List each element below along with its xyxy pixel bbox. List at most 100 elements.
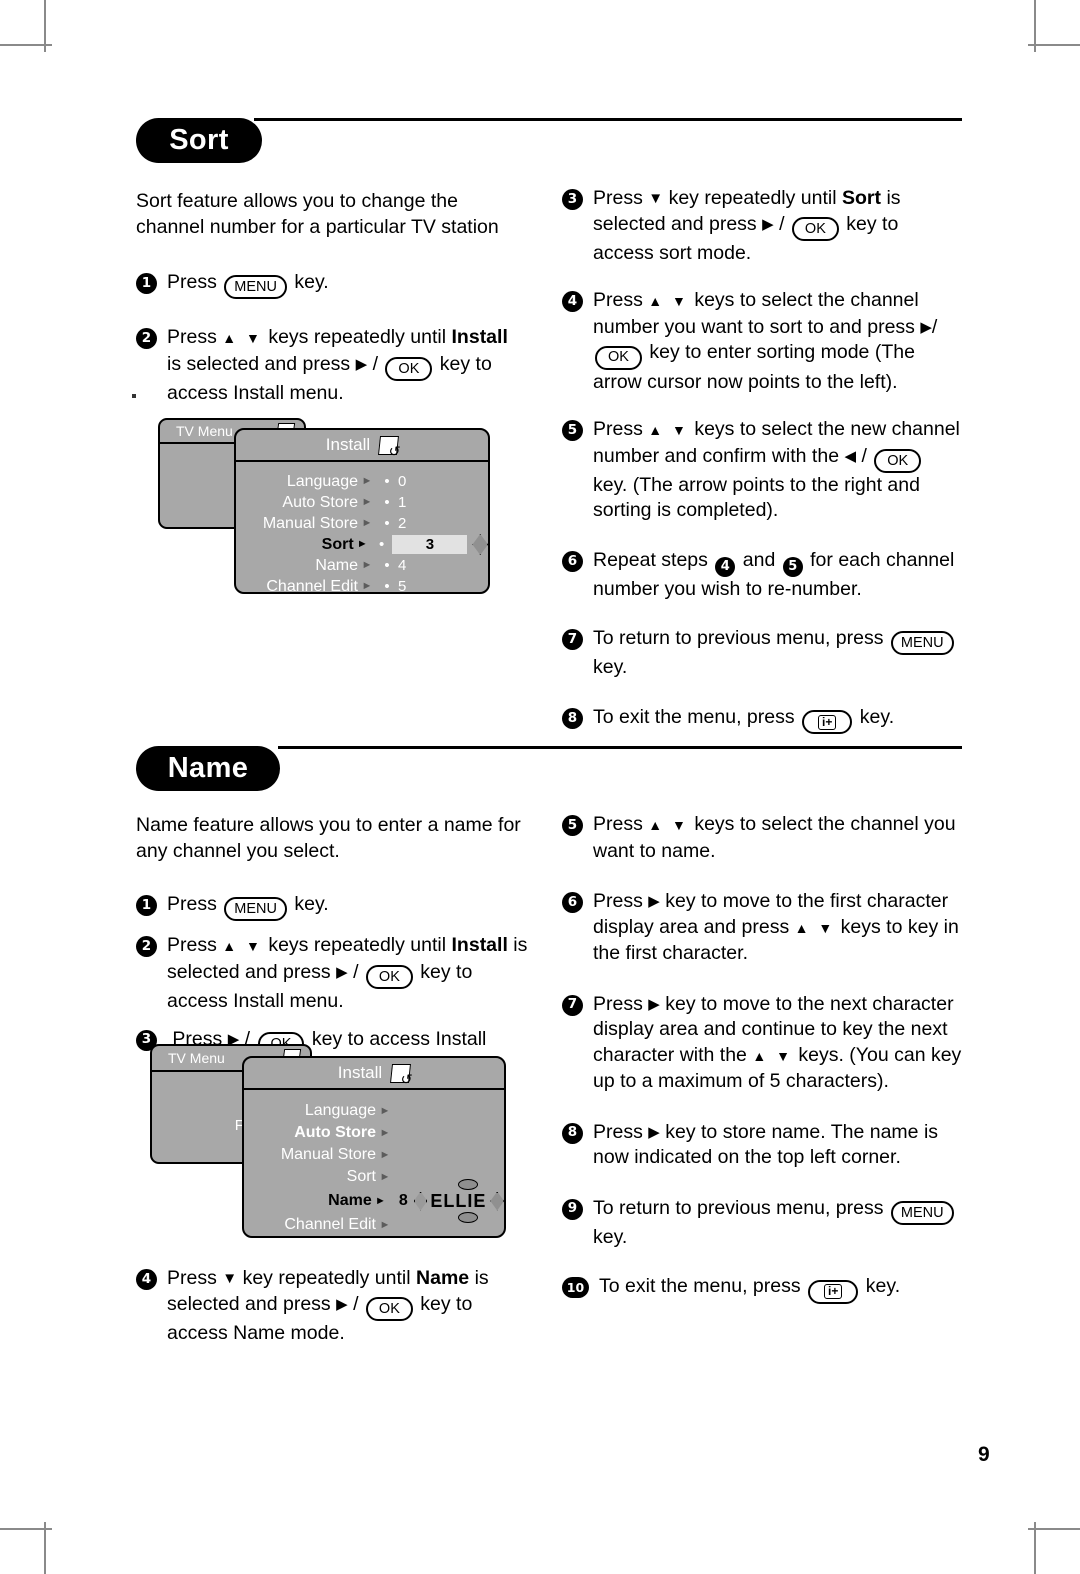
step-text: To return to previous menu, press MENU k…	[593, 626, 962, 681]
install-row-name[interactable]: Name ► 8 ELLIE	[244, 1179, 504, 1223]
step-bold-term: Install	[451, 934, 508, 957]
install-page-refresh-icon	[378, 435, 400, 455]
up-down-arrow-icon: ▲ ▼	[648, 293, 689, 310]
step-text-part: Press	[593, 418, 643, 440]
right-cursor-icon[interactable]	[490, 1191, 504, 1211]
step-text-part: Press	[167, 934, 217, 957]
sort-step-3: 3 Press ▼ key repeatedly until Sort is s…	[562, 186, 962, 266]
row-label: Name	[328, 1192, 372, 1209]
row-label: Sort	[346, 1168, 376, 1185]
step-text-part: Press	[167, 893, 217, 915]
install-row-manual-store[interactable]: Manual Store ►	[244, 1144, 504, 1166]
name-step-2: 2 Press ▲ ▼ keys repeatedly until Instal…	[136, 933, 536, 1014]
up-down-arrow-icon: ▲ ▼	[648, 817, 689, 833]
info-key-glyph: i+	[824, 1284, 843, 1300]
install-row-language[interactable]: Language ►	[244, 1100, 504, 1122]
step-text-part: To exit the menu, press	[593, 705, 795, 728]
row-value: 2	[398, 515, 407, 532]
step-text: To return to previous menu, press MENU k…	[593, 1196, 962, 1251]
step-text: Press ▲ ▼ keys repeatedly until Install …	[167, 933, 536, 1014]
ok-key[interactable]: OK	[385, 357, 433, 381]
down-arrow-icon: ▼	[648, 190, 664, 207]
ok-key[interactable]: OK	[365, 965, 413, 989]
row-dot-icon: •	[384, 557, 390, 574]
slash: /	[931, 315, 938, 338]
install-title: Install	[337, 1063, 383, 1082]
step-text: To exit the menu, press i+ key.	[593, 705, 962, 735]
row-chevron-icon: ►	[379, 1219, 391, 1231]
step-bullet: 4	[136, 1269, 157, 1290]
install-panel: Install Language ► Auto Store ► Manual S…	[242, 1056, 506, 1238]
install-rows: Language ► • 0 Auto Store ► • 1 Manual S…	[236, 462, 488, 607]
step-text: Press ▼ key repeatedly until Sort is sel…	[593, 186, 962, 266]
right-arrow-icon: ▶	[920, 318, 932, 336]
slash: /	[861, 444, 867, 467]
step-text: Press ▲ ▼ keys to select the channel you…	[593, 812, 962, 864]
install-row-sort[interactable]: Sort ► • 3	[236, 534, 488, 555]
step-text-part: key to store name. The name is now indic…	[593, 1120, 939, 1169]
step-text-part: Press	[593, 1120, 643, 1143]
tv-menu-title: TV Menu	[168, 1050, 225, 1066]
install-row-auto-store[interactable]: Auto Store ►	[244, 1122, 504, 1144]
menu-key[interactable]: MENU	[224, 275, 287, 300]
step-text-part: key.	[593, 656, 628, 679]
menu-key[interactable]: MENU	[890, 1200, 954, 1225]
name-menu-diagram: TV Menu Picture Sound Features Install I…	[150, 1044, 510, 1244]
step-text: Press ▶ key to move to the first charact…	[593, 889, 962, 967]
install-title-bar: Install	[236, 430, 488, 462]
slash: /	[353, 960, 359, 983]
row-dot-icon: •	[384, 515, 390, 532]
up-down-arrow-icon: ▲ ▼	[222, 330, 263, 347]
row-chevron-icon: ►	[356, 538, 368, 550]
up-down-arrow-icon: ▲ ▼	[752, 1047, 793, 1064]
step-text-part: Repeat steps	[593, 548, 708, 571]
step-text: Press ▲ ▼ keys to select the new channel…	[593, 417, 962, 524]
ok-key[interactable]: OK	[791, 216, 839, 241]
install-row-auto-store[interactable]: Auto Store ► • 1	[236, 492, 488, 513]
row-value-highlight: 3	[392, 535, 468, 554]
step-text-part: Press	[593, 289, 643, 312]
info-key[interactable]: i+	[802, 710, 853, 735]
step-reference-4: 4	[715, 556, 736, 577]
down-arrow-icon: ▼	[222, 1270, 238, 1287]
install-row-name[interactable]: Name ► • 4	[236, 555, 488, 576]
step-text-part: Press	[593, 890, 643, 912]
up-cursor-icon[interactable]	[458, 1179, 478, 1190]
menu-key[interactable]: MENU	[224, 897, 287, 922]
row-label: Sort	[321, 536, 354, 553]
row-dot-icon: •	[379, 536, 385, 553]
row-chevron-icon: ►	[375, 1195, 386, 1207]
left-cursor-icon[interactable]	[413, 1191, 428, 1211]
name-step-6: 6 Press ▶ key to move to the first chara…	[562, 889, 962, 967]
step-bold-term: Install	[451, 326, 508, 349]
sort-step-6: 6 Repeat steps 4 and 5 for each channel …	[562, 548, 962, 602]
row-value: 0	[398, 473, 407, 490]
info-key[interactable]: i+	[808, 1279, 859, 1304]
step-bullet: 4	[562, 291, 583, 313]
step-text-part: To exit the menu, press	[599, 1275, 801, 1298]
name-left-column-lower: 4 Press ▼ key repeatedly until Name is s…	[136, 1266, 536, 1346]
step-text-part: key repeatedly until	[668, 187, 837, 209]
row-label: Language	[286, 473, 358, 490]
step-text: Press ▲ ▼ keys to select the channel num…	[593, 288, 962, 395]
step-text-part: is selected and press	[167, 352, 351, 375]
ok-key[interactable]: OK	[365, 1296, 413, 1321]
sort-right-column: 3 Press ▼ key repeatedly until Sort is s…	[562, 186, 962, 735]
down-cursor-icon[interactable]	[458, 1212, 478, 1223]
step-text: Press MENU key.	[167, 892, 536, 922]
install-row-language[interactable]: Language ► • 0	[236, 471, 488, 492]
step-text-part: To return to previous menu, press	[593, 1196, 884, 1219]
tv-menu-title: TV Menu	[176, 423, 233, 439]
row-dot-icon: •	[384, 473, 390, 490]
right-cursor-icon	[472, 534, 488, 555]
right-arrow-icon: ▶	[762, 215, 774, 233]
install-rows: Language ► Auto Store ► Manual Store ► S…	[244, 1090, 504, 1246]
row-label: Auto Store	[294, 1124, 376, 1141]
menu-key[interactable]: MENU	[890, 631, 954, 656]
step-text-part: keys repeatedly until	[268, 934, 447, 957]
step-bullet: 8	[562, 1122, 583, 1144]
ok-key[interactable]: OK	[595, 345, 642, 370]
install-row-channel-edit[interactable]: Channel Edit ► • 5	[236, 576, 488, 597]
ok-key[interactable]: OK	[874, 448, 922, 473]
install-row-manual-store[interactable]: Manual Store ► • 2	[236, 513, 488, 534]
